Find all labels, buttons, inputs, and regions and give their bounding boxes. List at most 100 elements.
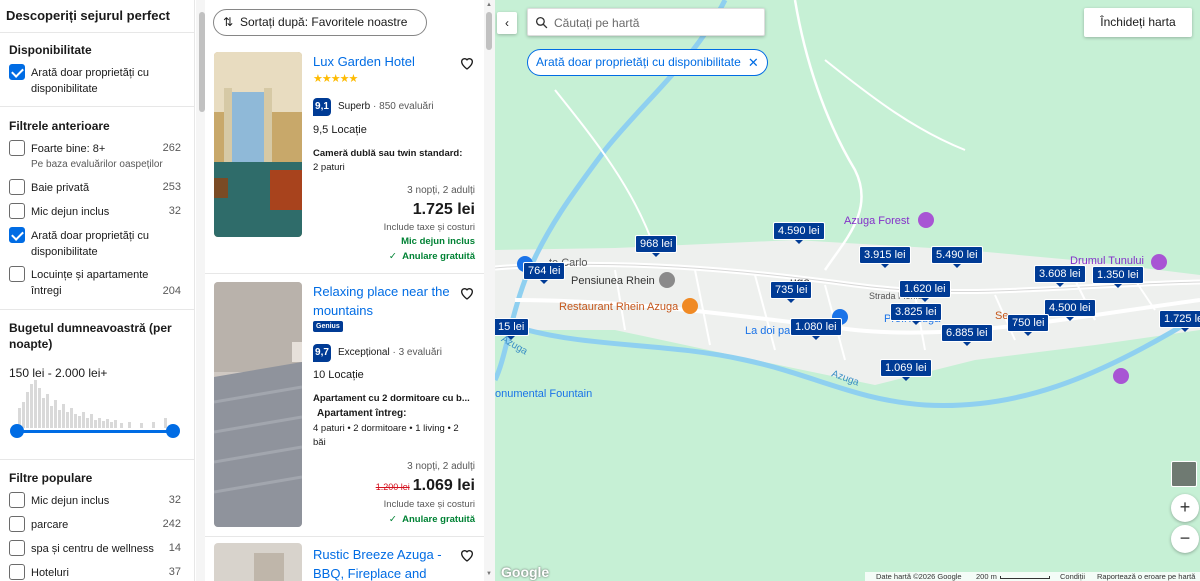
- map-canvas[interactable]: [495, 0, 1200, 581]
- filter-breakfast[interactable]: Mic dejun inclus 32: [9, 203, 185, 221]
- camera-icon[interactable]: [1151, 254, 1167, 270]
- price-pin[interactable]: 750 lei: [1007, 314, 1050, 336]
- map-label-la-doi-pasi[interactable]: La doi pa: [745, 325, 790, 337]
- checkbox-icon[interactable]: [9, 227, 25, 243]
- map-label-restaurant[interactable]: Restaurant Rhein Azuga: [559, 301, 678, 313]
- price-pin[interactable]: 735 lei: [770, 281, 813, 303]
- property-photo[interactable]: [214, 52, 302, 237]
- availability-chip[interactable]: Arată doar proprietăți cu disponibilitat…: [527, 49, 768, 76]
- restaurant-icon[interactable]: [682, 298, 698, 314]
- checkbox-icon[interactable]: [9, 64, 25, 80]
- property-photo[interactable]: [214, 282, 302, 527]
- filter-spa[interactable]: spa și centru de wellness 14: [9, 540, 185, 558]
- checkbox-icon[interactable]: [9, 203, 25, 219]
- heart-icon[interactable]: [459, 55, 475, 71]
- close-icon[interactable]: ✕: [748, 50, 759, 75]
- price-pin[interactable]: 1.350 lei: [1092, 266, 1144, 288]
- property-name[interactable]: Relaxing place near the mountains: [313, 282, 453, 320]
- property-card[interactable]: Rustic Breeze Azuga - BBQ, Fireplace and: [205, 537, 485, 581]
- price-pin[interactable]: 1.069 lei: [880, 359, 932, 381]
- filter-available-only[interactable]: Arată doar proprietăți cu disponibilitat…: [9, 227, 185, 259]
- results-scrollbar[interactable]: ▲ ▼: [484, 0, 495, 581]
- availability-heading: Disponibilitate: [9, 43, 92, 57]
- property-name[interactable]: Rustic Breeze Azuga - BBQ, Fireplace and: [313, 545, 453, 581]
- property-card[interactable]: Lux Garden Hotel ★★★★★ 9,1 Superb · 850 …: [205, 44, 485, 272]
- star-rating: ★★★★★: [313, 73, 358, 85]
- price-pin[interactable]: 1.620 lei: [899, 280, 951, 302]
- filter-label: Hoteluri: [31, 567, 69, 579]
- popular-filters-heading: Filtre populare: [9, 471, 93, 485]
- filter-label: Arată doar proprietăți cu disponibilitat…: [31, 230, 150, 258]
- price-pin[interactable]: 1.725 lei: [1159, 310, 1200, 332]
- chevron-left-icon: ‹: [505, 16, 509, 30]
- report-error-link[interactable]: Raportează o eroare pe hartă: [1097, 572, 1195, 581]
- price-pin[interactable]: 4.500 lei: [1044, 299, 1096, 321]
- scrollbar-thumb[interactable]: [486, 12, 492, 50]
- collapse-list-button[interactable]: ‹: [497, 12, 517, 34]
- heart-icon[interactable]: [459, 547, 475, 563]
- price-pin[interactable]: 4.590 lei: [773, 222, 825, 244]
- plus-icon: +: [1179, 497, 1191, 517]
- price-pin[interactable]: 3.825 lei: [890, 303, 942, 325]
- price: 1.200 lei 1.069 lei: [376, 477, 475, 495]
- free-cancel-perk: ✓ Anulare gratuită: [388, 514, 475, 525]
- sort-button[interactable]: ⇅ Sortați după: Favoritele noastre: [213, 9, 427, 36]
- filter-entire-homes[interactable]: Locuințe și apartamente întregi 204: [9, 266, 185, 298]
- budget-heading: Bugetul dumneavoastră (per noapte): [9, 321, 172, 351]
- camera-icon[interactable]: [1113, 368, 1129, 384]
- price-pin[interactable]: 764 lei: [523, 262, 566, 284]
- camera-icon[interactable]: [918, 212, 934, 228]
- map-search-input[interactable]: Căutați pe hartă: [527, 8, 765, 36]
- check-icon: ✓: [388, 514, 403, 525]
- filter-sublabel: Pe baza evaluărilor oaspeților: [31, 159, 163, 170]
- filter-availability[interactable]: Arată doar proprietăți cu disponibilitat…: [9, 64, 185, 96]
- property-name[interactable]: Lux Garden Hotel: [313, 52, 453, 71]
- tax-note: Include taxe și costuri: [383, 499, 475, 510]
- budget-slider-track[interactable]: [16, 430, 174, 433]
- place-pin-icon[interactable]: [659, 272, 675, 288]
- checkbox-icon[interactable]: [9, 266, 25, 282]
- zoom-in-button[interactable]: +: [1171, 494, 1199, 522]
- checkbox-icon[interactable]: [9, 492, 25, 508]
- property-card[interactable]: Relaxing place near the mountains Genius…: [205, 274, 485, 536]
- new-price: 1.069 lei: [412, 477, 475, 494]
- price-pin[interactable]: 1.080 lei: [790, 318, 842, 340]
- checkbox-icon[interactable]: [9, 540, 25, 556]
- price-pin[interactable]: 15 lei: [495, 318, 530, 340]
- checkbox-icon[interactable]: [9, 564, 25, 580]
- heart-icon[interactable]: [459, 285, 475, 301]
- property-photo[interactable]: [214, 543, 302, 581]
- sort-arrows-icon: ⇅: [223, 15, 234, 29]
- tax-note: Include taxe și costuri: [383, 222, 475, 233]
- map-label-pensiunea[interactable]: Pensiunea Rhein: [571, 275, 655, 287]
- zoom-out-button[interactable]: −: [1171, 525, 1199, 553]
- map-label-azuga-forest[interactable]: Azuga Forest: [844, 215, 909, 227]
- close-map-button[interactable]: Închideți harta: [1084, 8, 1192, 37]
- review-summary: Superb · 850 evaluări: [338, 101, 434, 112]
- results-list: ⇅ Sortați după: Favoritele noastre Lux G…: [205, 0, 485, 581]
- filter-label: Baie privată: [31, 182, 90, 194]
- filter-popular-breakfast[interactable]: Mic dejun inclus 32: [9, 492, 185, 510]
- map-label-fountain[interactable]: onumental Fountain: [495, 388, 592, 400]
- check-icon: ✓: [388, 251, 403, 262]
- checkbox-icon[interactable]: [9, 516, 25, 532]
- budget-max-handle[interactable]: [166, 424, 180, 438]
- filter-private-bath[interactable]: Baie privată 253: [9, 179, 185, 197]
- filter-count: 253: [162, 181, 181, 193]
- price-pin[interactable]: 3.915 lei: [859, 246, 911, 268]
- scroll-up-icon[interactable]: ▲: [486, 2, 492, 8]
- filter-hotels[interactable]: Hoteluri 37: [9, 564, 185, 581]
- price-pin[interactable]: 968 lei: [635, 235, 678, 257]
- budget-min-handle[interactable]: [10, 424, 24, 438]
- terms-link[interactable]: Condiții: [1060, 572, 1085, 581]
- price-pin[interactable]: 3.608 lei: [1034, 265, 1086, 287]
- satellite-toggle[interactable]: [1171, 461, 1197, 487]
- price-pin[interactable]: 6.885 lei: [941, 324, 993, 346]
- filter-parking[interactable]: parcare 242: [9, 516, 185, 534]
- filter-very-good[interactable]: Foarte bine: 8+ Pe baza evaluărilor oasp…: [9, 140, 185, 170]
- checkbox-icon[interactable]: [9, 179, 25, 195]
- map-view[interactable]: Azuga Forest Drumul Tunului te Carlo Pen…: [495, 0, 1200, 581]
- checkbox-icon[interactable]: [9, 140, 25, 156]
- scroll-down-icon[interactable]: ▼: [486, 571, 492, 577]
- price-pin[interactable]: 5.490 lei: [931, 246, 983, 268]
